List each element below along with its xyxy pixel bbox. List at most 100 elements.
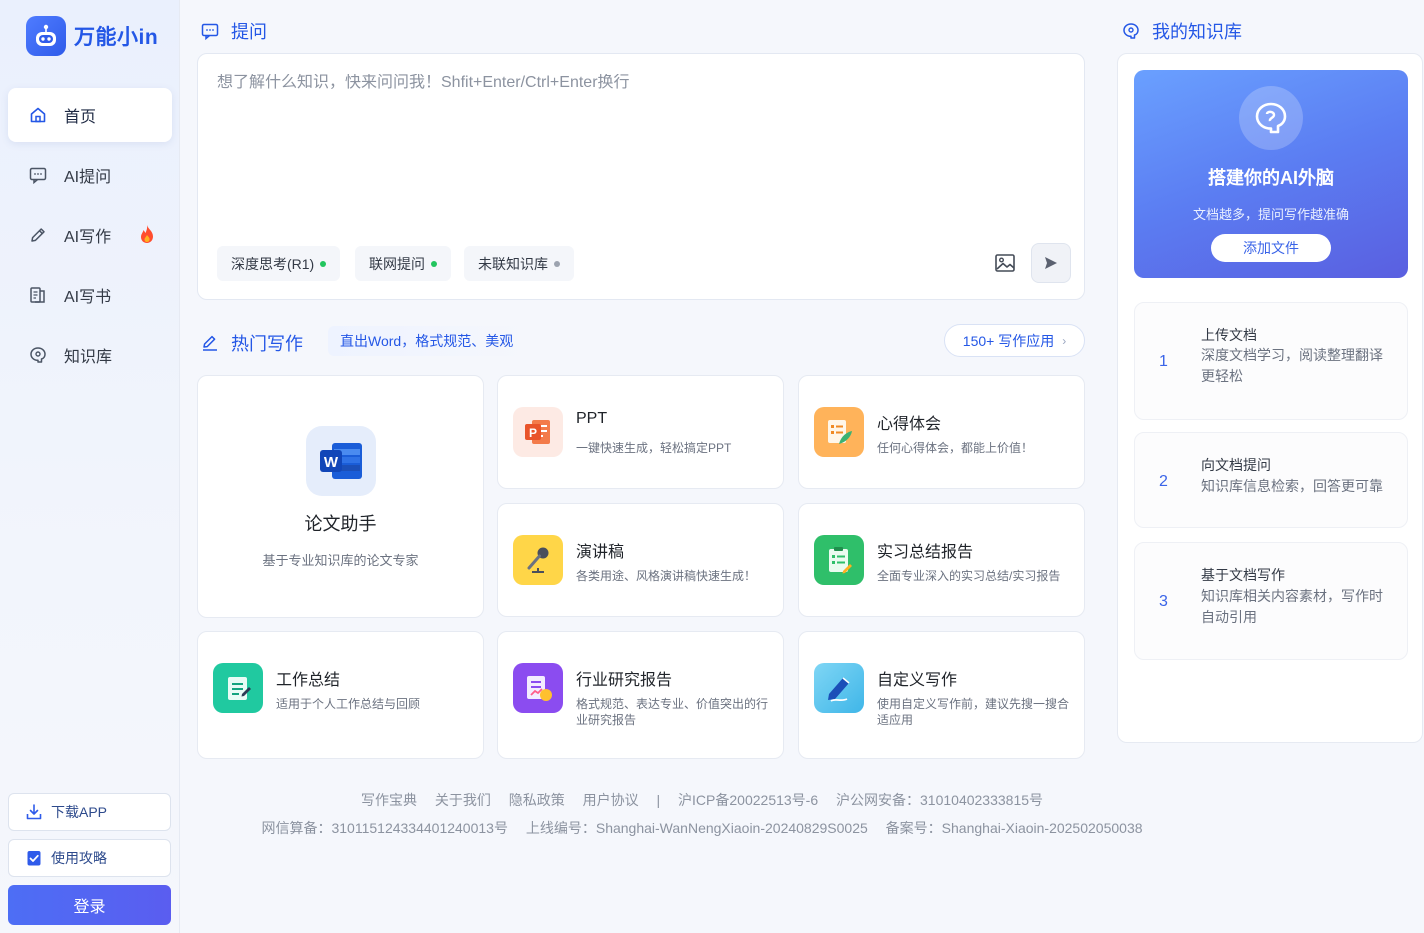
footer-link-about[interactable]: 关于我们 (435, 792, 491, 808)
download-icon (25, 803, 43, 821)
download-app-button[interactable]: 下载APP (8, 793, 171, 831)
add-file-button[interactable]: 添加文件 (1211, 234, 1331, 262)
sidebar-item-label: 首页 (64, 109, 97, 126)
microphone-icon (513, 535, 563, 585)
kb-step-upload: 1 上传文档 深度文档学习，阅读整理翻译更轻松 (1134, 302, 1408, 420)
pen-icon (28, 225, 48, 245)
card-title: 论文助手 (304, 514, 377, 534)
sidebar-item-home[interactable]: 首页 (8, 88, 172, 142)
footer-icp[interactable]: 沪ICP备20022513号-6 (678, 792, 818, 808)
hot-writing-subtitle: 直出Word，格式规范、美观 (328, 326, 526, 356)
notes-icon (814, 407, 864, 457)
step-number: 2 (1159, 473, 1168, 490)
card-ppt[interactable]: P PPT 一键快速生成，轻松搞定PPT (497, 375, 784, 489)
edit-icon (201, 334, 219, 352)
card-desc: 适用于个人工作总结与回顾 (276, 697, 421, 711)
footer-police[interactable]: 沪公网安备：31010402333815号 (836, 792, 1043, 808)
footer-net-filing: 网信算备：310115124334401240013号 (261, 820, 508, 836)
sidebar-item-label: 知识库 (64, 349, 113, 366)
footer-link-writing-guide[interactable]: 写作宝典 (361, 792, 417, 808)
card-title: PPT (576, 410, 608, 427)
book-icon (28, 285, 48, 305)
ask-title-text: 提问 (231, 22, 267, 42)
card-desc: 格式规范、表达专业、价值突出的行业研究报告 (576, 697, 769, 727)
step-number: 1 (1159, 353, 1168, 370)
step-desc: 知识库相关内容素材，写作时自动引用 (1201, 588, 1383, 625)
step-title: 向文档提问 (1201, 457, 1271, 473)
card-desc: 各类用途、风格演讲稿快速生成！ (576, 569, 757, 583)
footer-online-number: 上线编号：Shanghai-WanNengXiaoin-20240829S002… (525, 820, 868, 836)
send-button[interactable] (1031, 243, 1071, 283)
kb-panel: 搭建你的AI外脑 文档越多，提问写作越准确 添加文件 1 上传文档 深度文档学习… (1117, 53, 1423, 743)
chip-label: 深度思考(R1) (231, 255, 315, 272)
card-speech[interactable]: 演讲稿 各类用途、风格演讲稿快速生成！ (497, 503, 784, 617)
footer-link-privacy[interactable]: 隐私政策 (509, 792, 565, 808)
step-desc: 深度文档学习，阅读整理翻译更轻松 (1201, 347, 1383, 384)
card-industry-research[interactable]: 行业研究报告 格式规范、表达专业、价值突出的行业研究报告 (497, 631, 784, 759)
knowledge-base-toggle[interactable]: 未联知识库 (464, 246, 574, 281)
card-internship-report[interactable]: 实习总结报告 全面专业深入的实习总结/实习报告 (798, 503, 1085, 617)
deep-think-toggle[interactable]: 深度思考(R1) (217, 246, 341, 281)
chip-label: 未联知识库 (478, 255, 548, 272)
user-guide-label: 使用攻略 (51, 850, 107, 866)
ask-section-title: 提问 (201, 18, 267, 44)
send-icon (1043, 255, 1059, 271)
footer-separator: | (656, 792, 661, 808)
kb-hero-title: 搭建你的AI外脑 (1208, 168, 1334, 188)
hot-title-text: 热门写作 (231, 334, 303, 354)
hot-writing-title: 热门写作 (201, 330, 303, 356)
login-button[interactable]: 登录 (8, 885, 171, 925)
sidebar-item-ai-write[interactable]: AI写作 (8, 208, 172, 262)
brain-icon (28, 345, 48, 365)
ppt-icon: P (513, 407, 563, 457)
step-title: 上传文档 (1201, 327, 1257, 343)
card-desc: 使用自定义写作前，建议先搜一搜合适应用 (877, 697, 1070, 727)
brain-icon (1122, 22, 1140, 40)
footer-filings: 网信算备：310115124334401240013号 上线编号：Shangha… (197, 818, 1207, 838)
step-title: 基于文档写作 (1201, 567, 1285, 583)
web-search-toggle[interactable]: 联网提问 (355, 246, 451, 281)
card-reflection[interactable]: 心得体会 任何心得体会，都能上价值！ (798, 375, 1085, 489)
card-desc: 一键快速生成，轻松搞定PPT (576, 441, 732, 455)
sidebar-item-label: AI写书 (64, 289, 112, 306)
chat-icon (28, 165, 48, 185)
card-work-summary[interactable]: 工作总结 适用于个人工作总结与回顾 (197, 631, 484, 759)
status-dot (431, 260, 437, 267)
card-title: 实习总结报告 (877, 544, 974, 561)
app-logo[interactable]: 万能小in (26, 16, 158, 56)
more-apps-button[interactable]: 150+ 写作应用 › (944, 324, 1085, 357)
summary-icon (213, 663, 263, 713)
fire-icon (138, 224, 156, 249)
footer-link-terms[interactable]: 用户协议 (583, 792, 639, 808)
user-guide-button[interactable]: 使用攻略 (8, 839, 171, 877)
chip-label: 联网提问 (369, 255, 425, 272)
question-input[interactable] (217, 74, 1057, 92)
status-dot (320, 260, 327, 267)
sidebar-item-ai-ask[interactable]: AI提问 (8, 148, 172, 202)
sidebar-item-ai-book[interactable]: AI写书 (8, 268, 172, 322)
card-desc: 全面专业深入的实习总结/实习报告 (877, 569, 1061, 583)
footer-filing-number: 备案号：Shanghai-Xiaoin-202502050038 (885, 820, 1143, 836)
card-title: 自定义写作 (877, 672, 958, 689)
guide-check-icon (25, 849, 43, 867)
card-custom-write[interactable]: 自定义写作 使用自定义写作前，建议先搜一搜合适应用 (798, 631, 1085, 759)
sidebar-item-label: AI提问 (64, 169, 112, 186)
more-apps-label: 150+ 写作应用 (962, 332, 1055, 349)
image-upload-icon[interactable] (992, 250, 1018, 276)
card-desc: 基于专业知识库的论文专家 (262, 553, 419, 568)
footer-links: 写作宝典 关于我们 隐私政策 用户协议 | 沪ICP备20022513号-6 沪… (197, 790, 1207, 810)
kb-step-write: 3 基于文档写作 知识库相关内容素材，写作时自动引用 (1134, 542, 1408, 660)
card-thesis-assistant[interactable]: W 论文助手 基于专业知识库的论文专家 (197, 375, 484, 618)
app-name: 万能小in (74, 26, 159, 49)
kb-title-text: 我的知识库 (1152, 22, 1242, 42)
status-dot (554, 260, 560, 267)
card-title: 工作总结 (276, 672, 341, 689)
sidebar-item-knowledge[interactable]: 知识库 (8, 328, 172, 382)
chevron-right-icon: › (1062, 333, 1067, 348)
kb-step-ask: 2 向文档提问 知识库信息检索，回答更可靠 (1134, 432, 1408, 528)
sidebar-nav: 首页 AI提问 AI写作 AI写书 知识库 (8, 88, 172, 388)
step-number: 3 (1159, 593, 1168, 610)
custom-write-icon (814, 663, 864, 713)
card-title: 演讲稿 (576, 544, 625, 561)
chat-icon (201, 22, 219, 40)
